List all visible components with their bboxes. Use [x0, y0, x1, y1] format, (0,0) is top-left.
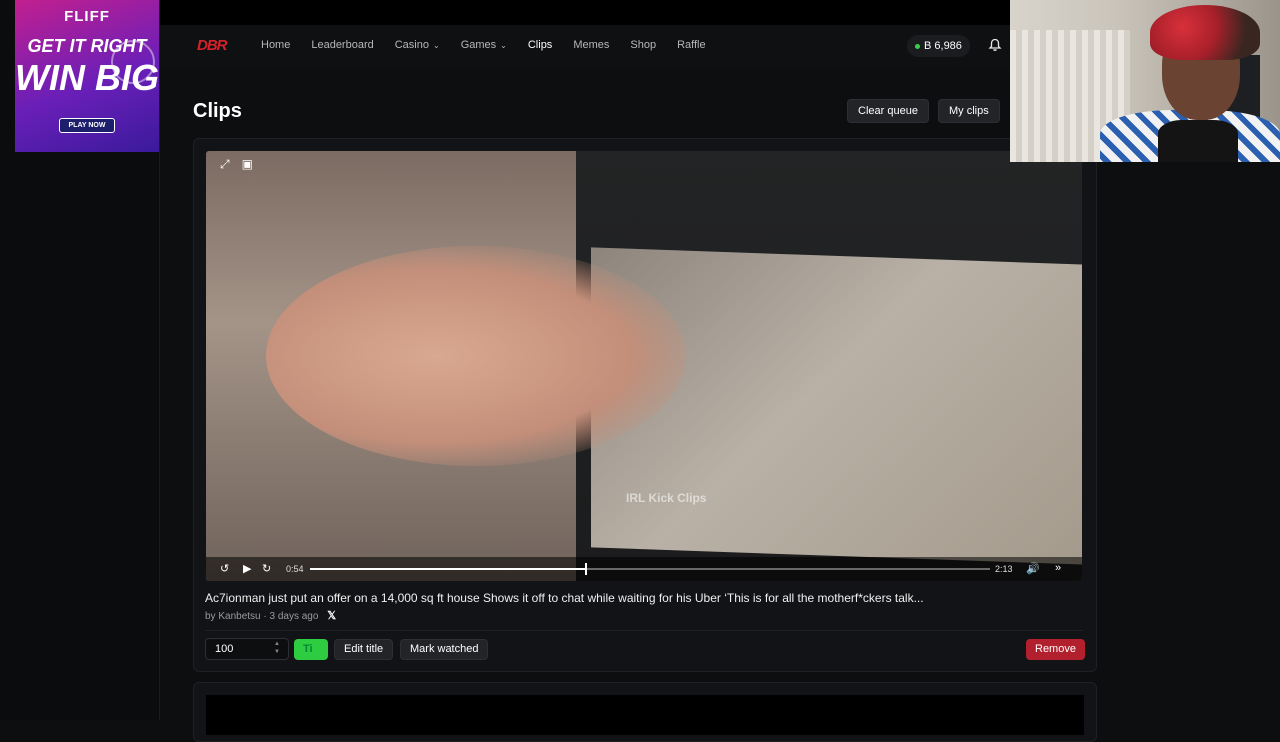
nav-link-raffle[interactable]: Raffle [677, 39, 706, 51]
nav-link-memes[interactable]: Memes [573, 39, 609, 51]
seek-bar-handle[interactable] [585, 563, 588, 575]
clip-title: Ac7ionman just put an offer on a 14,000 … [205, 591, 924, 605]
clear-queue-button[interactable]: Clear queue [847, 99, 929, 123]
tip-button[interactable]: Ti [294, 639, 328, 660]
nav-links: Home Leaderboard Casino ⌄ Games ⌄ Clips Me… [261, 39, 706, 51]
nav-link-leaderboard[interactable]: Leaderboard [311, 39, 373, 51]
top-nav: DBR Home Leaderboard Casino ⌄ Games ⌄ Clip… [160, 25, 1010, 67]
seek-bar-fill [310, 568, 586, 570]
current-time: 0:54 [286, 564, 304, 574]
ad-headline-1: GET IT RIGHT [27, 36, 147, 56]
rewind-icon[interactable]: ↺ [220, 562, 229, 575]
mark-watched-button[interactable]: Mark watched [400, 639, 489, 660]
x-share-icon[interactable]: 𝕏 [327, 610, 336, 622]
sidebar-ad-banner[interactable]: FLIFF GET IT RIGHT WIN BIG PLAY NOW [15, 0, 159, 152]
stepper-up-icon[interactable]: ▲ [269, 640, 285, 648]
page-title: Clips [193, 100, 242, 122]
balance-pill[interactable]: B 6,986 [907, 35, 970, 57]
clip-age: · 3 days ago [263, 611, 319, 622]
my-clips-button[interactable]: My clips [938, 99, 1000, 123]
webcam-person-shirt [1158, 120, 1238, 162]
ad-brand: FLIFF [64, 8, 110, 25]
ad-headline-2: WIN BIG [15, 57, 159, 98]
chevron-down-icon: ⌄ [432, 41, 440, 50]
remove-button[interactable]: Remove [1026, 639, 1085, 660]
nav-link-home[interactable]: Home [261, 39, 290, 51]
duration: 2:13 [995, 564, 1013, 574]
stepper-down-icon[interactable]: ▼ [269, 648, 285, 656]
next-clip-card [193, 682, 1097, 742]
clip-author[interactable]: by Kanbetsu [205, 611, 261, 622]
balance-value: B 6,986 [924, 40, 962, 52]
nav-link-casino-label: Casino [394, 39, 429, 51]
video-frame-finger [266, 246, 686, 466]
site-logo[interactable]: DBR [197, 37, 227, 54]
webcam-person-hair [1150, 5, 1260, 60]
nav-link-games[interactable]: Games ⌄ [461, 39, 507, 51]
fullscreen-icon[interactable]: ⤢ [220, 157, 230, 172]
amount-stepper[interactable]: ▲ ▼ [269, 640, 285, 658]
nav-link-casino[interactable]: Casino ⌄ [395, 39, 440, 51]
streamer-webcam-overlay [1010, 0, 1280, 162]
ad-play-now-button[interactable]: PLAY NOW [59, 118, 115, 133]
video-watermark: IRL Kick Clips [626, 491, 707, 505]
bell-icon[interactable] [988, 38, 1002, 52]
nav-link-shop[interactable]: Shop [630, 39, 656, 51]
next-clip-video[interactable] [206, 695, 1084, 735]
skip-next-icon[interactable]: » [1055, 562, 1061, 574]
picture-in-picture-icon[interactable]: ▣ [242, 157, 253, 172]
clip-meta: by Kanbetsu · 3 days ago 𝕏 [205, 609, 336, 622]
video-frame-phone-screen [591, 247, 1082, 565]
nav-link-games-label: Games [460, 39, 497, 51]
online-dot-icon [915, 43, 920, 49]
forward-icon[interactable]: ↻ [262, 562, 271, 575]
video-top-controls: ⤢ ▣ [220, 157, 253, 172]
edit-title-button[interactable]: Edit title [334, 639, 394, 660]
chevron-down-icon: ⌄ [500, 41, 507, 50]
play-icon[interactable]: ▶ [243, 562, 251, 575]
volume-icon[interactable]: 🔊 [1026, 562, 1040, 575]
nav-link-clips[interactable]: Clips [528, 39, 552, 51]
video-controls: ↺ ▶ ↻ 0:54 2:13 🔊 » [206, 557, 1082, 581]
divider [205, 630, 1083, 631]
video-player[interactable]: IRL Kick Clips ⤢ ▣ ↺ ▶ ↻ 0:54 2:13 🔊 » [206, 151, 1082, 581]
seek-bar[interactable] [310, 563, 990, 575]
